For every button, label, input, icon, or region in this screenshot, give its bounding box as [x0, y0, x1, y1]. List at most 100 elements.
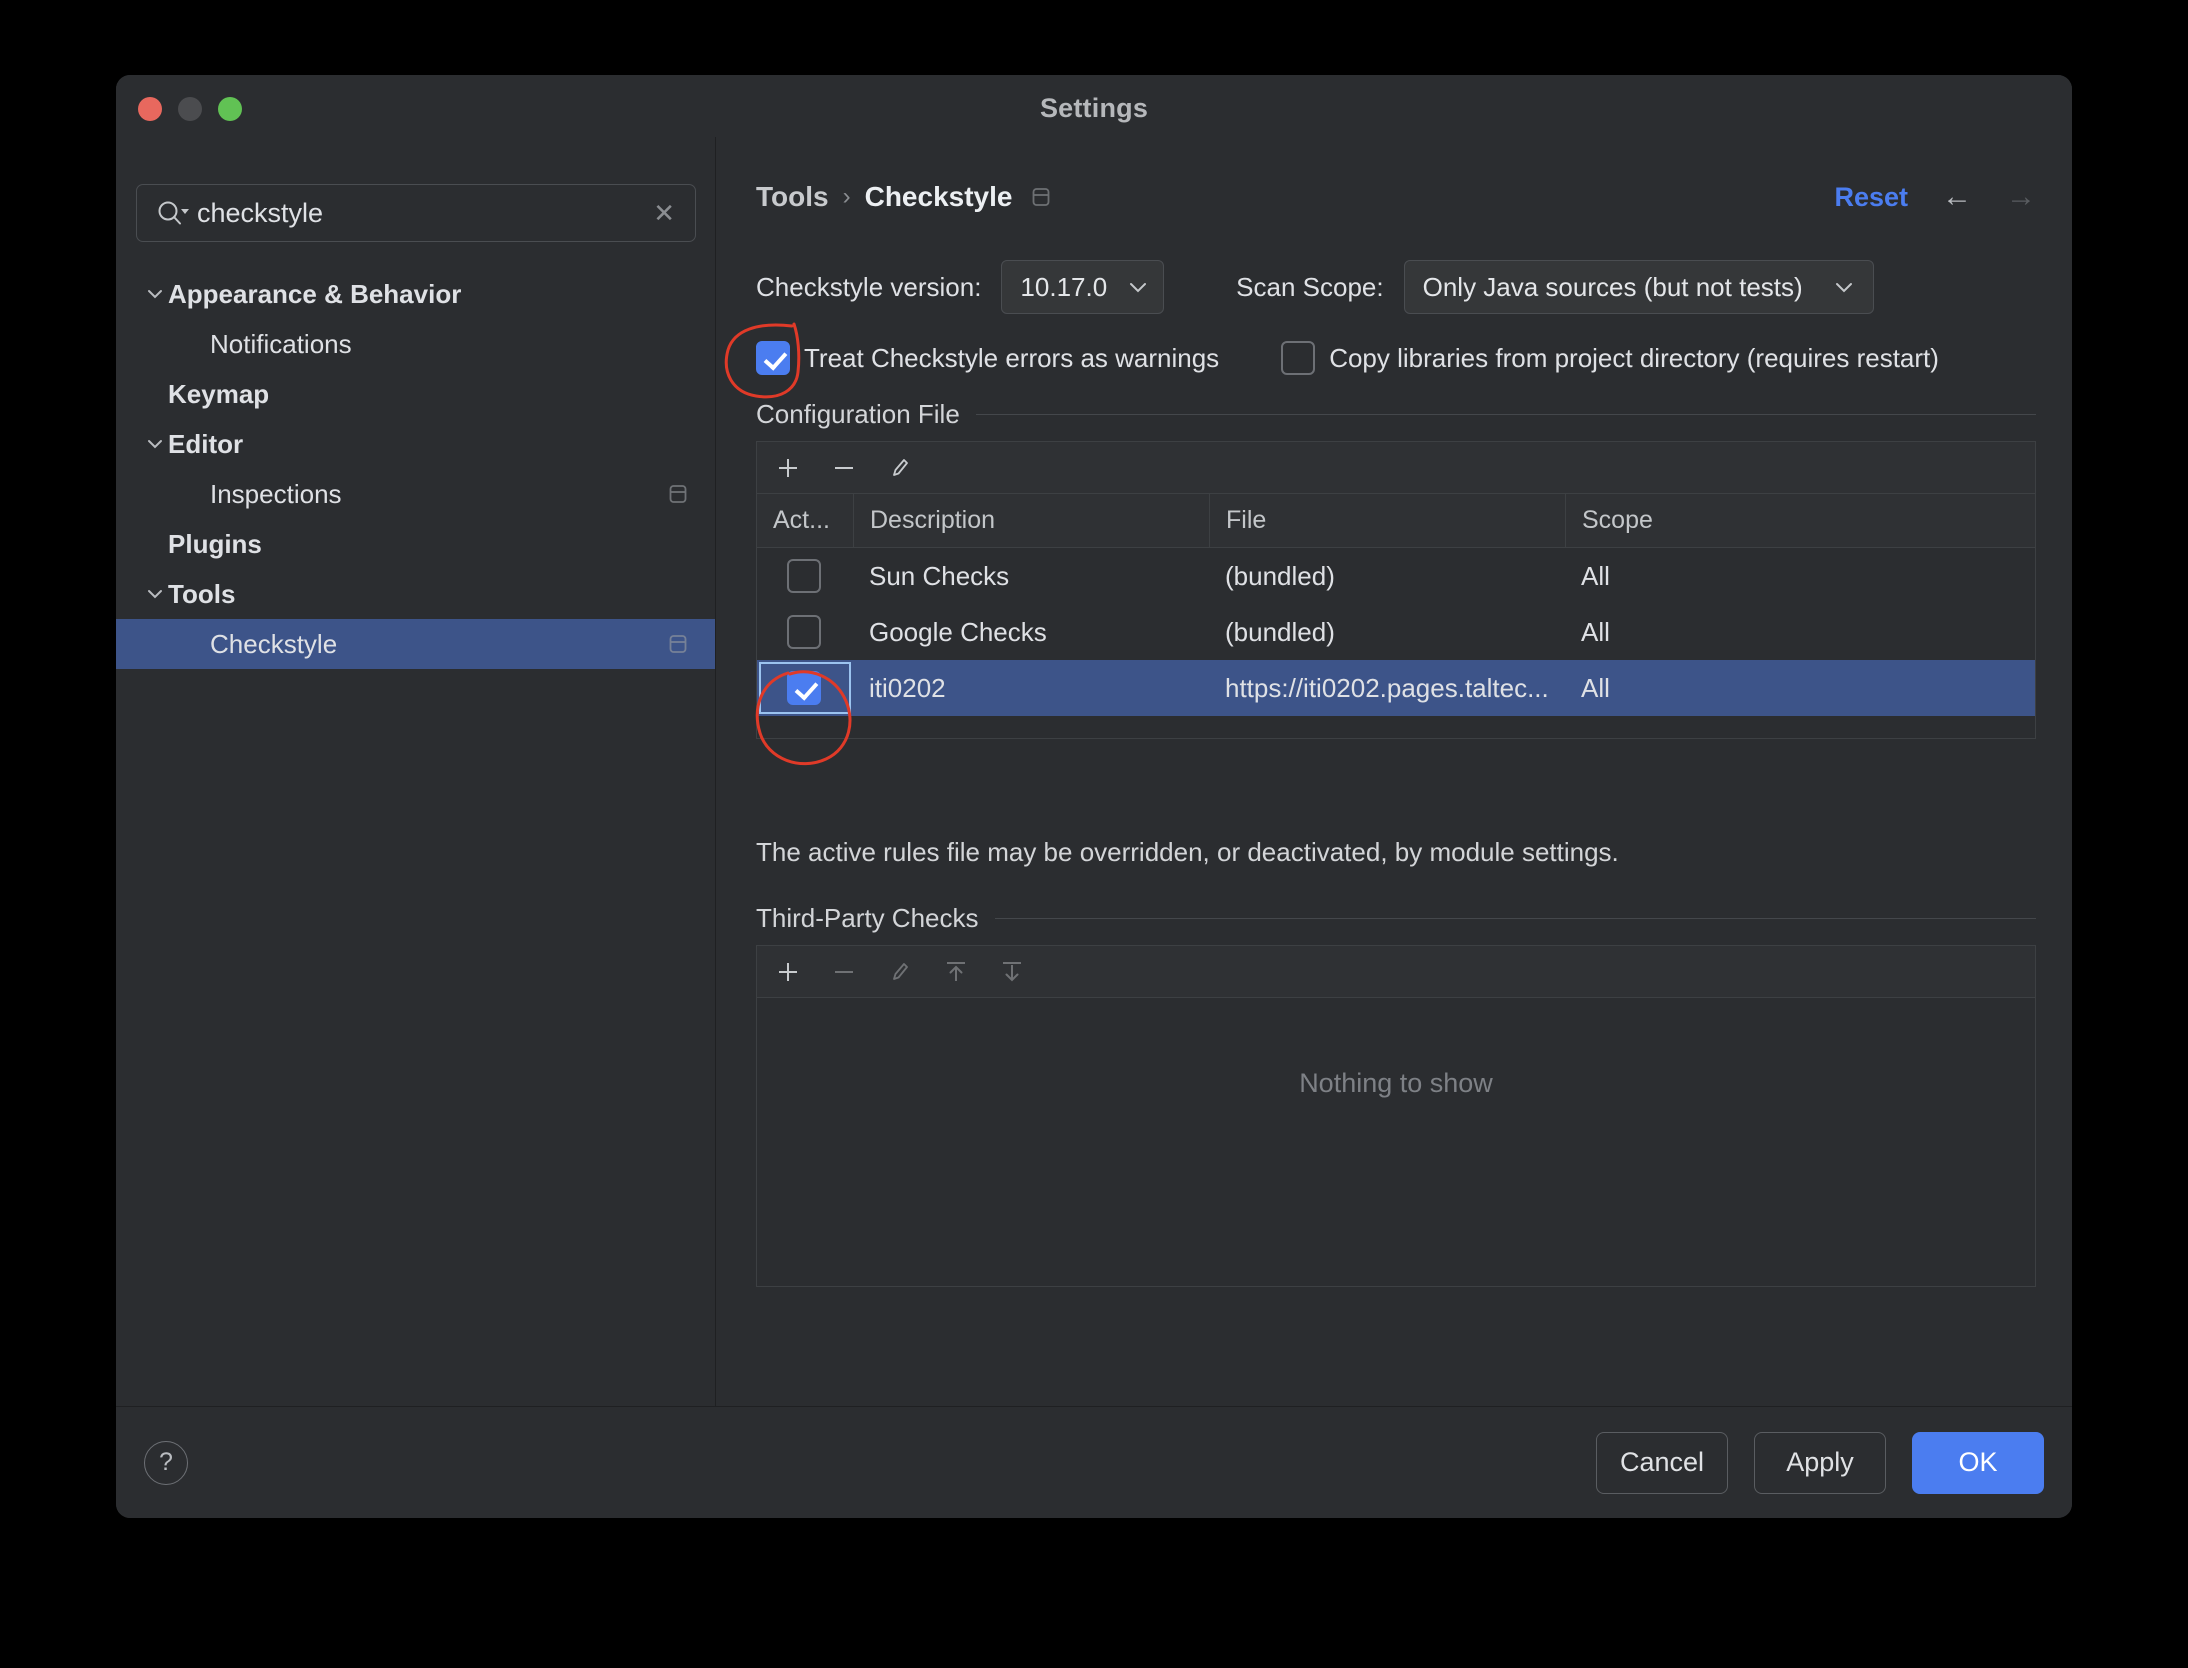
edit-icon[interactable]	[885, 453, 915, 483]
table-cell-scope: All	[1565, 660, 2035, 716]
project-scope-icon	[1030, 186, 1052, 208]
window-title: Settings	[116, 93, 2072, 124]
chevron-down-icon[interactable]	[142, 581, 168, 607]
add-icon[interactable]	[773, 957, 803, 987]
navigate-back-icon[interactable]: ←	[1942, 182, 1972, 212]
breadcrumb-root[interactable]: Tools	[756, 181, 829, 213]
settings-sidebar: checkstyle ✕ Appearance & Behavior Notifi…	[116, 137, 716, 1406]
configuration-file-table: Act... Description File Scope Sun Checks…	[756, 441, 2036, 739]
third-party-empty-message: Nothing to show	[757, 1068, 2035, 1099]
group-divider	[976, 414, 2036, 415]
sidebar-item-inspections[interactable]: Inspections	[116, 469, 715, 519]
sidebar-item-label: Appearance & Behavior	[168, 279, 461, 310]
sidebar-item-editor[interactable]: Editor	[116, 419, 715, 469]
chevron-down-icon[interactable]	[142, 431, 168, 457]
sidebar-item-checkstyle[interactable]: Checkstyle	[116, 619, 715, 669]
active-checkbox[interactable]	[787, 615, 821, 649]
third-party-group-header: Third-Party Checks	[756, 899, 2036, 937]
dialog-footer: ? Cancel Apply OK	[116, 1406, 2072, 1518]
column-header-scope[interactable]: Scope	[1565, 494, 2035, 547]
add-icon[interactable]	[773, 453, 803, 483]
active-checkbox[interactable]	[787, 671, 821, 705]
checkstyle-version-select[interactable]: 10.17.0	[1001, 260, 1164, 314]
configuration-file-table-header: Act... Description File Scope	[757, 494, 2035, 548]
configuration-file-group-header: Configuration File	[756, 395, 2036, 433]
move-up-icon	[941, 957, 971, 987]
third-party-checks-table: Nothing to show	[756, 945, 2036, 1287]
configuration-file-group-title: Configuration File	[756, 399, 960, 430]
table-cell-file: (bundled)	[1209, 548, 1565, 604]
breadcrumb-separator: ›	[843, 183, 851, 211]
sidebar-item-label: Checkstyle	[210, 629, 337, 660]
copy-libraries-label: Copy libraries from project directory (r…	[1329, 343, 1939, 374]
table-cell-description: Sun Checks	[853, 548, 1209, 604]
sidebar-item-label: Notifications	[210, 329, 352, 360]
scan-scope-label: Scan Scope:	[1236, 272, 1383, 303]
sidebar-item-label: Plugins	[168, 529, 262, 560]
move-down-icon	[997, 957, 1027, 987]
checkstyle-version-value: 10.17.0	[1020, 272, 1107, 303]
table-cell-scope: All	[1565, 604, 2035, 660]
chevron-down-icon	[1127, 280, 1149, 294]
settings-content-pane: Tools › Checkstyle Reset ← → Checkstyle …	[716, 137, 2072, 1406]
treat-errors-as-warnings-label: Treat Checkstyle errors as warnings	[804, 343, 1219, 374]
table-row[interactable]: Sun Checks(bundled)All	[757, 548, 2035, 604]
configuration-file-rows: Sun Checks(bundled)AllGoogle Checks(bund…	[757, 548, 2035, 716]
column-header-description[interactable]: Description	[853, 494, 1209, 547]
copy-libraries-checkbox[interactable]	[1281, 341, 1315, 375]
table-cell-file: https://iti0202.pages.taltec...	[1209, 660, 1565, 716]
table-cell-scope: All	[1565, 548, 2035, 604]
sidebar-item-label: Editor	[168, 429, 243, 460]
breadcrumb: Tools › Checkstyle Reset ← →	[756, 175, 2036, 219]
apply-button[interactable]: Apply	[1754, 1432, 1886, 1494]
table-cell-description: iti0202	[853, 660, 1209, 716]
sidebar-item-appearance-behavior[interactable]: Appearance & Behavior	[116, 269, 715, 319]
sidebar-item-notifications[interactable]: Notifications	[116, 319, 715, 369]
chevron-down-icon[interactable]	[142, 281, 168, 307]
search-icon[interactable]	[155, 198, 189, 228]
third-party-toolbar	[757, 946, 2035, 998]
sidebar-item-keymap[interactable]: Keymap	[116, 369, 715, 419]
table-row[interactable]: Google Checks(bundled)All	[757, 604, 2035, 660]
chevron-down-icon	[1833, 280, 1855, 294]
scan-scope-value: Only Java sources (but not tests)	[1423, 272, 1803, 303]
options-row: Treat Checkstyle errors as warnings Copy…	[756, 333, 1939, 383]
clear-search-icon[interactable]: ✕	[653, 200, 675, 226]
project-scope-icon	[667, 483, 689, 505]
table-row[interactable]: iti0202https://iti0202.pages.taltec...Al…	[757, 660, 2035, 716]
configuration-file-hint: The active rules file may be overridden,…	[756, 837, 1619, 868]
treat-errors-as-warnings-checkbox[interactable]	[756, 341, 790, 375]
third-party-group-title: Third-Party Checks	[756, 903, 979, 934]
configuration-file-toolbar	[757, 442, 2035, 494]
checkstyle-version-label: Checkstyle version:	[756, 272, 981, 303]
window-titlebar: Settings	[116, 75, 2072, 137]
search-input[interactable]: checkstyle	[197, 198, 653, 229]
column-header-file[interactable]: File	[1209, 494, 1565, 547]
settings-tree: Appearance & Behavior Notifications Keymap…	[116, 269, 715, 669]
navigate-forward-icon[interactable]: →	[2006, 182, 2036, 212]
table-cell-active[interactable]	[757, 604, 853, 660]
column-header-active[interactable]: Act...	[757, 494, 853, 547]
sidebar-item-plugins[interactable]: Plugins	[116, 519, 715, 569]
remove-icon[interactable]	[829, 453, 859, 483]
table-cell-description: Google Checks	[853, 604, 1209, 660]
cancel-button[interactable]: Cancel	[1596, 1432, 1728, 1494]
table-cell-active[interactable]	[757, 548, 853, 604]
sidebar-item-tools[interactable]: Tools	[116, 569, 715, 619]
reset-button[interactable]: Reset	[1834, 182, 1908, 213]
table-cell-file: (bundled)	[1209, 604, 1565, 660]
settings-search-box[interactable]: checkstyle ✕	[136, 184, 696, 242]
settings-window: Settings checkstyle ✕ Appearance & Behav…	[116, 75, 2072, 1518]
sidebar-item-label: Tools	[168, 579, 235, 610]
ok-button[interactable]: OK	[1912, 1432, 2044, 1494]
project-scope-icon	[667, 633, 689, 655]
breadcrumb-current: Checkstyle	[865, 181, 1013, 213]
edit-icon	[885, 957, 915, 987]
scan-scope-select[interactable]: Only Java sources (but not tests)	[1404, 260, 1874, 314]
help-icon[interactable]: ?	[144, 1441, 188, 1485]
active-checkbox[interactable]	[787, 559, 821, 593]
table-cell-active[interactable]	[757, 660, 853, 716]
version-scope-row: Checkstyle version: 10.17.0 Scan Scope: …	[756, 259, 1874, 315]
group-divider	[995, 918, 2037, 919]
sidebar-item-label: Keymap	[168, 379, 269, 410]
